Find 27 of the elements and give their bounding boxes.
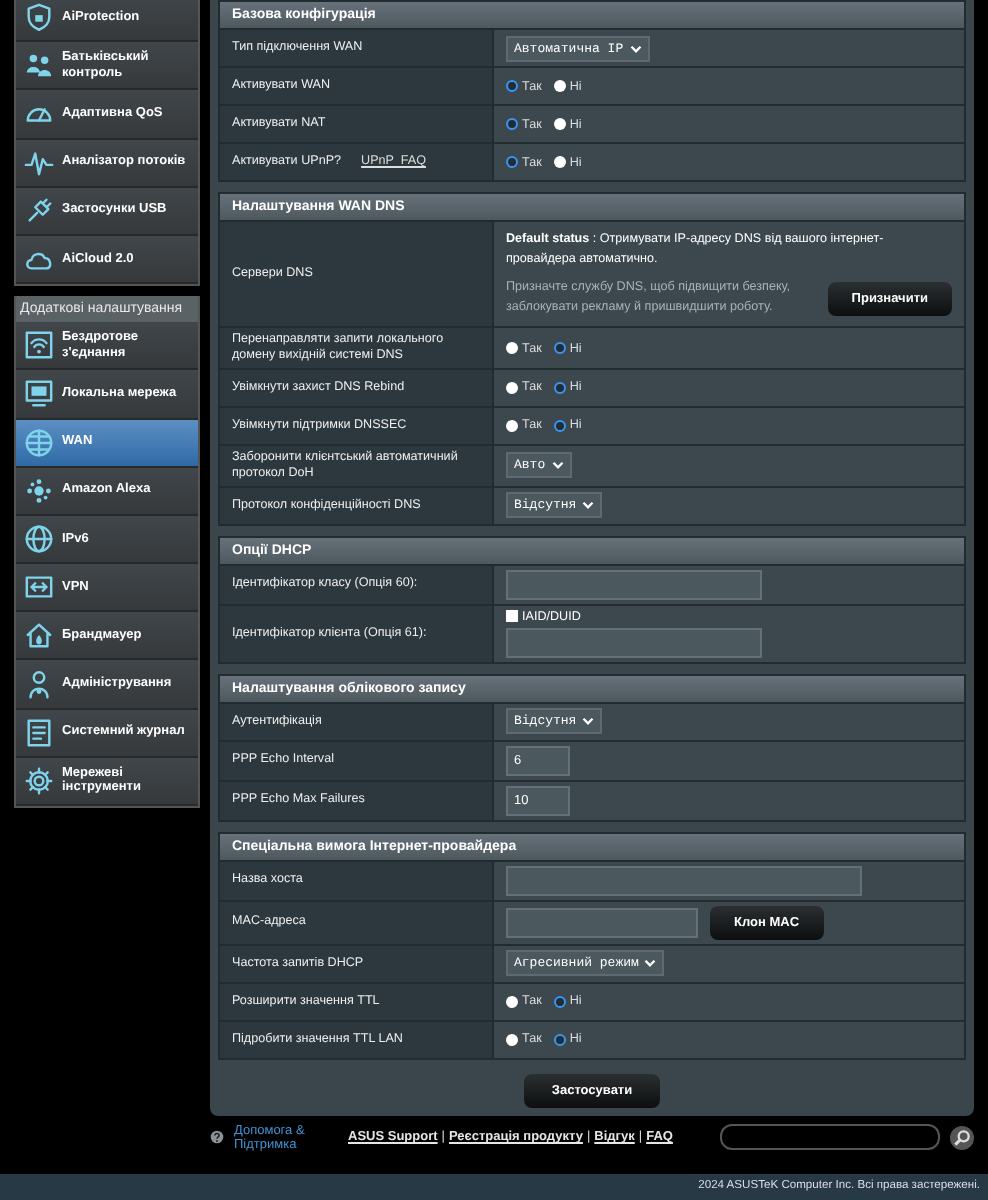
arrows-icon — [24, 572, 54, 603]
checkbox[interactable] — [506, 610, 518, 623]
chevron-icon — [582, 500, 595, 511]
input-field[interactable] — [506, 907, 698, 938]
monitor-icon — [24, 378, 54, 409]
chevron-icon — [582, 716, 595, 727]
shield-icon — [24, 2, 54, 33]
people-icon — [24, 50, 54, 81]
document-icon — [24, 717, 54, 748]
help-icon — [210, 1130, 224, 1145]
globe-icon — [24, 523, 54, 554]
wifi-icon — [24, 330, 54, 361]
chevron-icon — [629, 43, 642, 53]
dots-icon — [24, 475, 54, 506]
input-field[interactable] — [506, 865, 862, 896]
person-icon — [24, 669, 54, 700]
globe-icon — [24, 427, 54, 458]
house-icon — [24, 620, 54, 651]
waveform-icon — [24, 147, 54, 178]
input-field[interactable] — [506, 569, 762, 600]
search-button[interactable] — [950, 1125, 974, 1150]
search-field[interactable] — [720, 1124, 940, 1151]
chevron-icon — [644, 958, 657, 969]
chevron-icon — [551, 460, 564, 471]
plug-icon — [24, 195, 54, 226]
input-field[interactable] — [506, 627, 762, 658]
gear-icon — [24, 765, 54, 796]
